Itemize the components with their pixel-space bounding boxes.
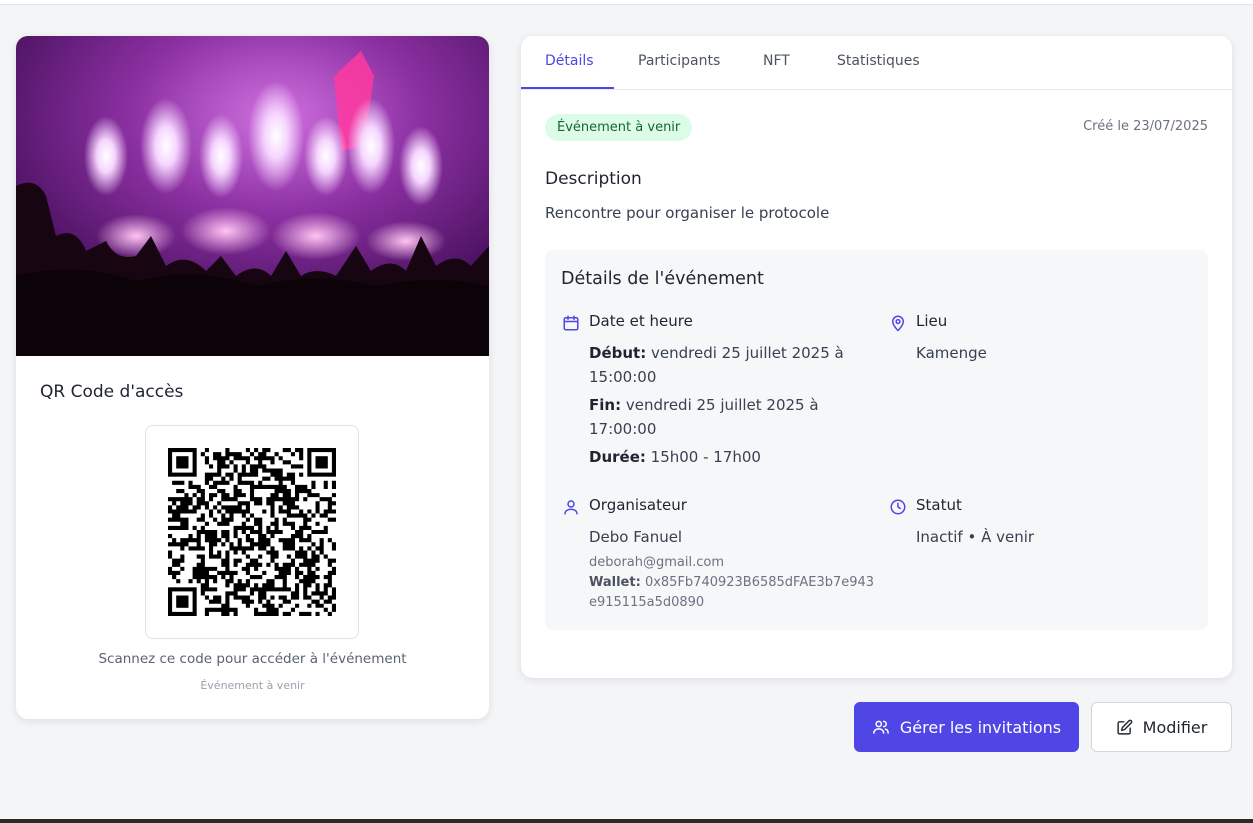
organizer-section-title: Organisateur [589, 496, 687, 514]
event-details-panel: Détails de l'événement Date et heure Déb… [545, 250, 1208, 630]
duration: Durée: 15h00 - 17h00 [589, 448, 761, 466]
edit-label: Modifier [1142, 717, 1208, 737]
tab-participants[interactable]: Participants [638, 53, 720, 69]
qr-code-caption: Scannez ce code pour accéder à l'événeme… [98, 651, 407, 667]
clock-icon [889, 498, 907, 516]
bottom-edge [0, 819, 1253, 823]
organizer-wallet: Wallet: 0x85Fb740923B6585dFAE3b7e943 [589, 575, 875, 590]
top-bar [0, 0, 1253, 5]
tab-details[interactable]: Détails [545, 53, 594, 69]
calendar-icon [562, 314, 580, 332]
description-title: Description [545, 169, 642, 189]
status-value: Inactif • À venir [916, 528, 1035, 546]
qr-code-title: QR Code d'accès [40, 382, 184, 402]
created-date: Créé le 23/07/2025 [1083, 119, 1208, 134]
edit-icon [1116, 719, 1133, 736]
status-badge: Événement à venir [545, 114, 693, 141]
user-icon [562, 498, 580, 516]
qr-code-status: Événement à venir [200, 679, 305, 692]
organizer-email: deborah@gmail.com [589, 555, 725, 570]
location-value: Kamenge [916, 344, 987, 362]
end-time: 17:00:00 [589, 420, 657, 438]
start-date: Début: vendredi 25 juillet 2025 à [589, 344, 844, 362]
active-tab-indicator [521, 87, 614, 89]
description-text: Rencontre pour organiser le protocole [545, 204, 830, 222]
end-date: Fin: vendredi 25 juillet 2025 à [589, 396, 819, 414]
map-pin-icon [889, 314, 907, 332]
qr-code [145, 425, 359, 639]
details-title: Détails de l'événement [561, 269, 764, 289]
event-cover-image [16, 36, 489, 356]
organizer-wallet-cont: e915115a5d0890 [589, 595, 705, 610]
manage-invitations-button[interactable]: Gérer les invitations [854, 702, 1079, 752]
location-section-title: Lieu [916, 312, 948, 330]
tab-statistics[interactable]: Statistiques [837, 53, 920, 69]
organizer-name: Debo Fanuel [589, 528, 683, 546]
date-section-title: Date et heure [589, 312, 693, 330]
tab-nft[interactable]: NFT [763, 53, 790, 69]
status-section-title: Statut [916, 496, 962, 514]
manage-invitations-label: Gérer les invitations [899, 717, 1062, 737]
users-icon [872, 718, 890, 736]
edit-button[interactable]: Modifier [1091, 702, 1232, 752]
event-media-card: QR Code d'accès Scannez ce code pour acc… [16, 36, 489, 719]
event-details-card: Détails Participants NFT Statistiques Év… [521, 36, 1232, 678]
tab-bar: Détails Participants NFT Statistiques [521, 36, 1232, 90]
start-time: 15:00:00 [589, 368, 657, 386]
